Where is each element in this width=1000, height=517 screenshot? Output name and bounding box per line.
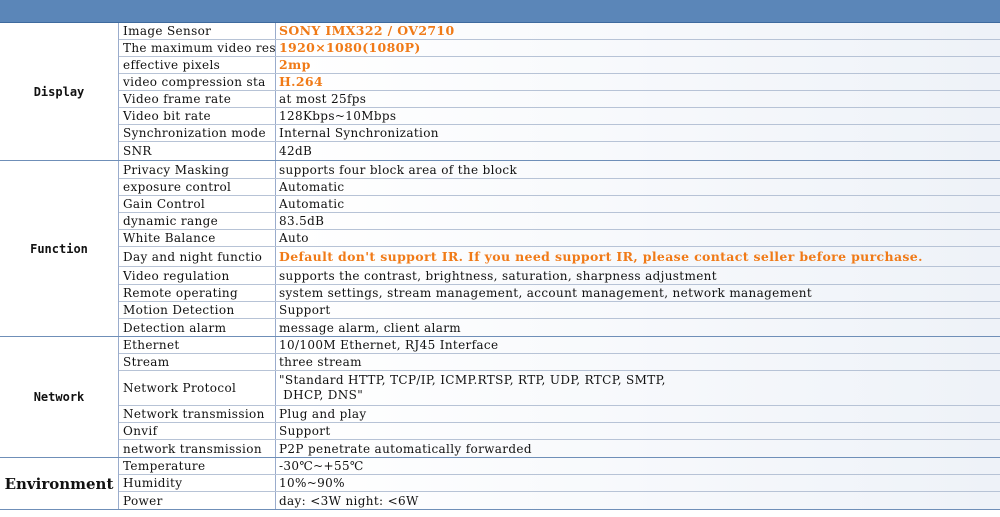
table-row: Remote operating system settings, stream …: [119, 285, 1000, 302]
table-row: Power day: <3W night: <6W: [119, 492, 1000, 509]
section-label: Function: [0, 161, 119, 336]
table-row: Temperature -30℃~+55℃: [119, 458, 1000, 475]
table-row: Ethernet 10/100M Ethernet, RJ45 Interfac…: [119, 337, 1000, 354]
spec-key: Privacy Masking: [119, 161, 276, 178]
table-row: Image Sensor SONY IMX322 / OV2710: [119, 23, 1000, 40]
spec-key: dynamic range: [119, 213, 276, 229]
table-row: exposure control Automatic: [119, 179, 1000, 196]
section-label: Network: [0, 337, 119, 457]
table-row: video compression sta H.264: [119, 74, 1000, 91]
spec-key: Gain Control: [119, 196, 276, 212]
spec-value: SONY IMX322 / OV2710: [279, 23, 455, 38]
table-row: SNR 42dB: [119, 142, 1000, 160]
spec-key: Ethernet: [119, 337, 276, 353]
spec-value: message alarm, client alarm: [279, 320, 462, 335]
spec-key: Power: [119, 492, 276, 509]
table-row: Gain Control Automatic: [119, 196, 1000, 213]
spec-value: "Standard HTTP, TCP/IP, ICMP.RTSP, RTP, …: [279, 373, 666, 402]
spec-value: Automatic: [279, 180, 345, 194]
spec-key: The maximum video res: [119, 40, 276, 56]
spec-key: Stream: [119, 354, 276, 370]
table-row: Video regulation supports the contrast, b…: [119, 267, 1000, 285]
section-0: Display Image Sensor SONY IMX322 / OV2710 T…: [0, 23, 1000, 161]
spec-key: Network transmission: [119, 406, 276, 422]
spec-value: supports four block area of the block: [279, 162, 518, 177]
spec-value: P2P penetrate automatically forwarded: [279, 441, 532, 456]
spec-key: Synchronization mode: [119, 125, 276, 141]
spec-value: supports the contrast, brightness, satur…: [279, 268, 717, 283]
table-row: Network Protocol "Standard HTTP, TCP/IP, …: [119, 371, 1000, 406]
spec-value: three stream: [279, 355, 362, 369]
table-row: White Balance Auto: [119, 230, 1000, 247]
table-row: Stream three stream: [119, 354, 1000, 371]
spec-key: Detection alarm: [119, 319, 276, 336]
spec-value: 2mp: [279, 57, 311, 72]
spec-key: Onvif: [119, 423, 276, 439]
spec-key: Video bit rate: [119, 108, 276, 124]
spec-value: Default don't support IR. If you need su…: [279, 248, 923, 264]
table-row: Day and night functio Default don't suppo…: [119, 247, 1000, 267]
spec-key: exposure control: [119, 179, 276, 195]
table-row: The maximum video res 1920×1080(1080P): [119, 40, 1000, 57]
spec-key: Image Sensor: [119, 23, 276, 39]
spec-value: Internal Synchronization: [279, 126, 439, 140]
table-row: effective pixels 2mp: [119, 57, 1000, 74]
spec-value: Auto: [279, 231, 309, 245]
spec-key: Humidity: [119, 475, 276, 491]
spec-key: Video regulation: [119, 267, 276, 284]
spec-value: H.264: [279, 74, 324, 89]
spec-table: Display Image Sensor SONY IMX322 / OV2710 T…: [0, 23, 1000, 510]
section-label: Environment: [0, 458, 119, 509]
spec-value: day: <3W night: <6W: [279, 493, 419, 508]
spec-value: -30℃~+55℃: [279, 459, 364, 473]
spec-key: effective pixels: [119, 57, 276, 73]
spec-value: Plug and play: [279, 407, 367, 421]
spec-value: 42dB: [279, 144, 313, 158]
table-row: Video bit rate 128Kbps~10Mbps: [119, 108, 1000, 125]
table-row: Network transmission Plug and play: [119, 406, 1000, 423]
spec-key: Network Protocol: [119, 371, 276, 405]
header-bar: [0, 0, 1000, 23]
spec-key: Day and night functio: [119, 247, 276, 266]
table-row: Synchronization mode Internal Synchroniza…: [119, 125, 1000, 142]
spec-key: network transmission: [119, 440, 276, 457]
spec-key: Motion Detection: [119, 302, 276, 318]
section-label: Display: [0, 23, 119, 160]
table-row: Privacy Masking supports four block area …: [119, 161, 1000, 179]
section-3: Environment Temperature -30℃~+55℃ Humidity 1…: [0, 458, 1000, 510]
spec-value: 128Kbps~10Mbps: [279, 109, 397, 123]
spec-value: Support: [279, 424, 331, 438]
spec-value: Support: [279, 303, 331, 317]
spec-value: 10%~90%: [279, 476, 345, 490]
spec-value: system settings, stream management, acco…: [279, 286, 813, 300]
table-row: dynamic range 83.5dB: [119, 213, 1000, 230]
table-row: Humidity 10%~90%: [119, 475, 1000, 492]
section-2: Network Ethernet 10/100M Ethernet, RJ45 I…: [0, 337, 1000, 458]
table-row: Onvif Support: [119, 423, 1000, 440]
spec-key: Temperature: [119, 458, 276, 474]
spec-value: 10/100M Ethernet, RJ45 Interface: [279, 338, 499, 352]
table-row: network transmission P2P penetrate automa…: [119, 440, 1000, 457]
spec-value: 1920×1080(1080P): [279, 40, 421, 55]
table-row: Detection alarm message alarm, client ala…: [119, 319, 1000, 336]
table-row: Motion Detection Support: [119, 302, 1000, 319]
spec-key: Remote operating: [119, 285, 276, 301]
spec-value: 83.5dB: [279, 214, 325, 228]
spec-key: White Balance: [119, 230, 276, 246]
table-row: Video frame rate at most 25fps: [119, 91, 1000, 108]
spec-value: at most 25fps: [279, 92, 367, 106]
spec-key: video compression sta: [119, 74, 276, 90]
spec-value: Automatic: [279, 197, 345, 211]
spec-key: Video frame rate: [119, 91, 276, 107]
section-1: Function Privacy Masking supports four blo…: [0, 161, 1000, 337]
spec-key: SNR: [119, 142, 276, 160]
